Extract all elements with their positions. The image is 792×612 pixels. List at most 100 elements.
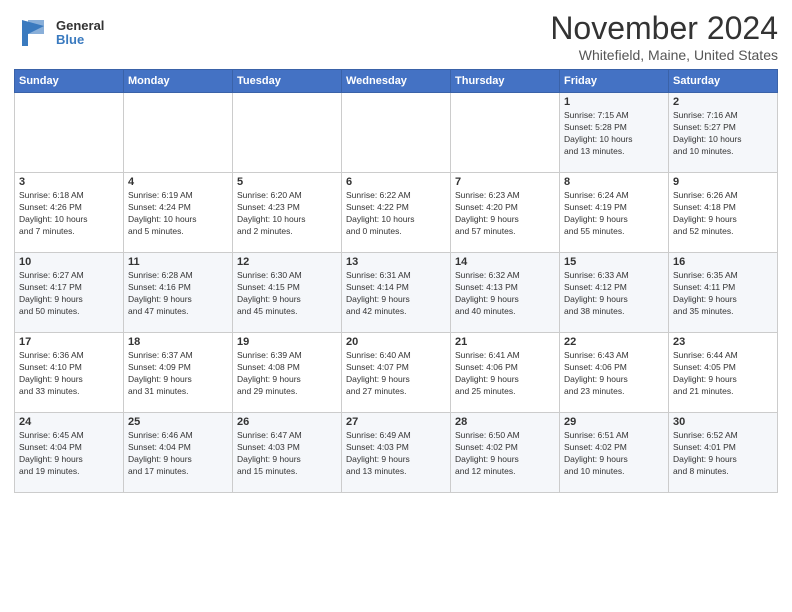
day-number: 25 [128,416,228,428]
cell-4-0: 24 Sunrise: 6:45 AM Sunset: 4:04 PM Dayli… [15,413,124,493]
day-detail: Sunrise: 6:18 AM Sunset: 4:26 PM Dayligh… [19,190,119,238]
day-detail: Sunrise: 6:35 AM Sunset: 4:11 PM Dayligh… [673,270,773,318]
title-month: November 2024 [550,10,778,47]
day-detail: Sunrise: 6:37 AM Sunset: 4:09 PM Dayligh… [128,350,228,398]
cell-4-3: 27 Sunrise: 6:49 AM Sunset: 4:03 PM Dayli… [342,413,451,493]
day-detail: Sunrise: 6:46 AM Sunset: 4:04 PM Dayligh… [128,430,228,478]
header: General Blue November 2024 Whitefield, M… [14,10,778,63]
day-number: 18 [128,336,228,348]
logo-text: General Blue [56,19,104,48]
cell-0-5: 1 Sunrise: 7:15 AM Sunset: 5:28 PM Daylig… [560,93,669,173]
cell-2-4: 14Sunrise: 6:32 AM Sunset: 4:13 PM Dayli… [451,253,560,333]
week-row-0: 1 Sunrise: 7:15 AM Sunset: 5:28 PM Daylig… [15,93,778,173]
day-detail: Sunrise: 6:28 AM Sunset: 4:16 PM Dayligh… [128,270,228,318]
day-number: 5 [237,176,337,188]
day-number: 6 [346,176,446,188]
day-detail: Sunrise: 6:49 AM Sunset: 4:03 PM Dayligh… [346,430,446,478]
day-number: 8 [564,176,664,188]
day-detail: Sunrise: 6:31 AM Sunset: 4:14 PM Dayligh… [346,270,446,318]
day-detail: Sunrise: 6:44 AM Sunset: 4:05 PM Dayligh… [673,350,773,398]
title-block: November 2024 Whitefield, Maine, United … [550,10,778,63]
day-number: 11 [128,256,228,268]
cell-4-6: 30Sunrise: 6:52 AM Sunset: 4:01 PM Dayli… [669,413,778,493]
cell-2-6: 16 Sunrise: 6:35 AM Sunset: 4:11 PM Dayli… [669,253,778,333]
calendar-header: Sunday Monday Tuesday Wednesday Thursday… [15,70,778,93]
logo-icon [14,14,52,52]
page: General Blue November 2024 Whitefield, M… [0,0,792,612]
logo-general-text: General [56,19,104,33]
day-detail: Sunrise: 6:30 AM Sunset: 4:15 PM Dayligh… [237,270,337,318]
weekday-row: Sunday Monday Tuesday Wednesday Thursday… [15,70,778,93]
calendar-table: Sunday Monday Tuesday Wednesday Thursday… [14,69,778,493]
cell-0-6: 2Sunrise: 7:16 AM Sunset: 5:27 PM Daylig… [669,93,778,173]
day-number: 21 [455,336,555,348]
day-detail: Sunrise: 6:47 AM Sunset: 4:03 PM Dayligh… [237,430,337,478]
day-number: 17 [19,336,119,348]
day-detail: Sunrise: 6:19 AM Sunset: 4:24 PM Dayligh… [128,190,228,238]
cell-1-5: 8 Sunrise: 6:24 AM Sunset: 4:19 PM Daylig… [560,173,669,253]
cell-4-4: 28Sunrise: 6:50 AM Sunset: 4:02 PM Dayli… [451,413,560,493]
cell-3-2: 19Sunrise: 6:39 AM Sunset: 4:08 PM Dayli… [233,333,342,413]
week-row-3: 17Sunrise: 6:36 AM Sunset: 4:10 PM Dayli… [15,333,778,413]
cell-0-2 [233,93,342,173]
day-number: 9 [673,176,773,188]
cell-2-1: 11 Sunrise: 6:28 AM Sunset: 4:16 PM Dayli… [124,253,233,333]
logo-blue-text: Blue [56,33,104,47]
day-number: 4 [128,176,228,188]
day-detail: Sunrise: 6:33 AM Sunset: 4:12 PM Dayligh… [564,270,664,318]
day-number: 24 [19,416,119,428]
day-number: 30 [673,416,773,428]
day-number: 1 [564,96,664,108]
day-number: 27 [346,416,446,428]
cell-1-1: 4 Sunrise: 6:19 AM Sunset: 4:24 PM Daylig… [124,173,233,253]
cell-3-1: 18 Sunrise: 6:37 AM Sunset: 4:09 PM Dayli… [124,333,233,413]
day-number: 14 [455,256,555,268]
day-number: 16 [673,256,773,268]
day-number: 26 [237,416,337,428]
cell-3-5: 22Sunrise: 6:43 AM Sunset: 4:06 PM Dayli… [560,333,669,413]
day-number: 29 [564,416,664,428]
header-sunday: Sunday [15,70,124,93]
day-detail: Sunrise: 6:41 AM Sunset: 4:06 PM Dayligh… [455,350,555,398]
cell-1-2: 5 Sunrise: 6:20 AM Sunset: 4:23 PM Daylig… [233,173,342,253]
day-number: 15 [564,256,664,268]
day-detail: Sunrise: 6:20 AM Sunset: 4:23 PM Dayligh… [237,190,337,238]
day-number: 28 [455,416,555,428]
cell-1-4: 7 Sunrise: 6:23 AM Sunset: 4:20 PM Daylig… [451,173,560,253]
day-detail: Sunrise: 6:23 AM Sunset: 4:20 PM Dayligh… [455,190,555,238]
header-wednesday: Wednesday [342,70,451,93]
title-location: Whitefield, Maine, United States [550,47,778,63]
cell-1-0: 3 Sunrise: 6:18 AM Sunset: 4:26 PM Daylig… [15,173,124,253]
day-number: 10 [19,256,119,268]
cell-0-4 [451,93,560,173]
header-saturday: Saturday [669,70,778,93]
cell-0-0 [15,93,124,173]
day-detail: Sunrise: 7:16 AM Sunset: 5:27 PM Dayligh… [673,110,773,158]
cell-0-1 [124,93,233,173]
week-row-2: 10Sunrise: 6:27 AM Sunset: 4:17 PM Dayli… [15,253,778,333]
day-detail: Sunrise: 6:26 AM Sunset: 4:18 PM Dayligh… [673,190,773,238]
day-detail: Sunrise: 6:40 AM Sunset: 4:07 PM Dayligh… [346,350,446,398]
cell-4-1: 25 Sunrise: 6:46 AM Sunset: 4:04 PM Dayli… [124,413,233,493]
cell-3-4: 21 Sunrise: 6:41 AM Sunset: 4:06 PM Dayli… [451,333,560,413]
day-number: 23 [673,336,773,348]
cell-1-6: 9 Sunrise: 6:26 AM Sunset: 4:18 PM Daylig… [669,173,778,253]
cell-3-6: 23 Sunrise: 6:44 AM Sunset: 4:05 PM Dayli… [669,333,778,413]
day-number: 7 [455,176,555,188]
day-detail: Sunrise: 7:15 AM Sunset: 5:28 PM Dayligh… [564,110,664,158]
day-detail: Sunrise: 6:51 AM Sunset: 4:02 PM Dayligh… [564,430,664,478]
calendar-body: 1 Sunrise: 7:15 AM Sunset: 5:28 PM Daylig… [15,93,778,493]
week-row-4: 24 Sunrise: 6:45 AM Sunset: 4:04 PM Dayli… [15,413,778,493]
cell-3-0: 17Sunrise: 6:36 AM Sunset: 4:10 PM Dayli… [15,333,124,413]
day-detail: Sunrise: 6:39 AM Sunset: 4:08 PM Dayligh… [237,350,337,398]
day-detail: Sunrise: 6:43 AM Sunset: 4:06 PM Dayligh… [564,350,664,398]
cell-2-5: 15 Sunrise: 6:33 AM Sunset: 4:12 PM Dayli… [560,253,669,333]
day-detail: Sunrise: 6:24 AM Sunset: 4:19 PM Dayligh… [564,190,664,238]
week-row-1: 3 Sunrise: 6:18 AM Sunset: 4:26 PM Daylig… [15,173,778,253]
day-number: 3 [19,176,119,188]
header-friday: Friday [560,70,669,93]
cell-4-5: 29 Sunrise: 6:51 AM Sunset: 4:02 PM Dayli… [560,413,669,493]
day-detail: Sunrise: 6:45 AM Sunset: 4:04 PM Dayligh… [19,430,119,478]
header-thursday: Thursday [451,70,560,93]
cell-2-2: 12Sunrise: 6:30 AM Sunset: 4:15 PM Dayli… [233,253,342,333]
